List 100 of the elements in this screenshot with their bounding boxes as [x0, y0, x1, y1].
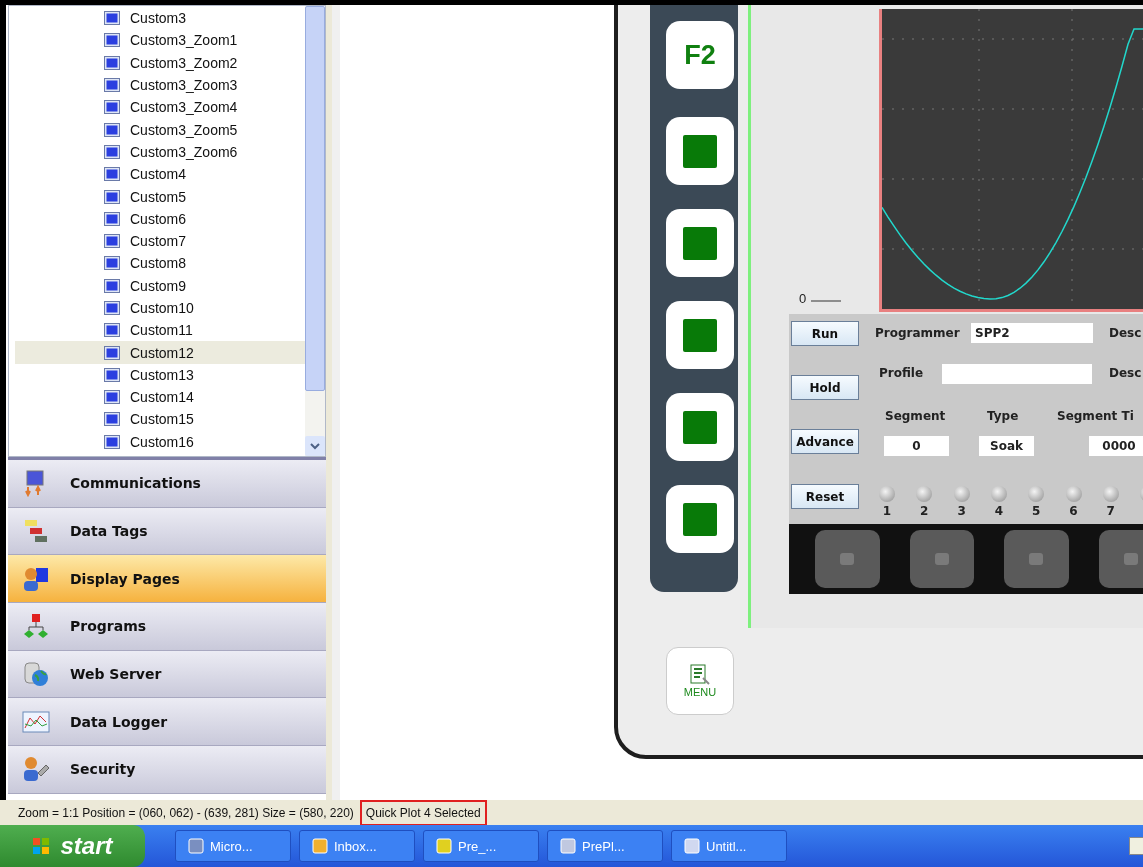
- soft-key[interactable]: [815, 530, 880, 588]
- program-button[interactable]: Reset: [791, 484, 859, 509]
- lamp-number: 7: [1105, 504, 1116, 518]
- lamp-number: 1: [881, 504, 893, 518]
- page-icon: [104, 189, 120, 204]
- page-icon: [104, 11, 120, 26]
- function-key[interactable]: [666, 393, 734, 461]
- lamp-number: 5: [1031, 504, 1042, 518]
- function-key[interactable]: [666, 209, 734, 277]
- axis-tick: [811, 300, 841, 302]
- status-text: Zoom = 1:1 Position = (060, 062) - (639, 281) Size = (580, 220): [18, 805, 354, 820]
- column-header: Type: [987, 409, 1019, 423]
- indicator-lamp: [879, 486, 895, 502]
- page-icon: [104, 100, 120, 115]
- soft-key-icon: [934, 553, 949, 565]
- soft-key[interactable]: [1004, 530, 1069, 588]
- page-icon: [104, 301, 120, 315]
- program-button[interactable]: Run: [791, 321, 859, 346]
- field-label: Profile: [879, 366, 924, 380]
- tree-item[interactable]: Custom3: [15, 7, 305, 30]
- nav-button[interactable]: Communications: [8, 460, 326, 508]
- soft-key-icon: [1123, 553, 1138, 565]
- user-key-icon: [22, 755, 50, 784]
- function-key[interactable]: [666, 485, 734, 553]
- page-icon: [104, 55, 120, 70]
- menu-document-icon: [689, 664, 711, 686]
- scroll-down-icon[interactable]: [305, 436, 325, 456]
- field-label: Desc: [1109, 326, 1142, 340]
- tree-item[interactable]: Custom12: [15, 341, 305, 364]
- page-icon: [104, 144, 120, 159]
- tree-item[interactable]: Custom3_Zoom1: [15, 29, 305, 52]
- taskbar-button[interactable]: Micro...: [175, 830, 291, 862]
- tree-item[interactable]: Custom9: [15, 274, 305, 297]
- page-icon: [104, 345, 120, 360]
- start-button[interactable]: start: [0, 825, 145, 867]
- profile-field[interactable]: [942, 364, 1092, 384]
- tree-item[interactable]: Custom3_Zoom3: [15, 73, 305, 97]
- indicator-lamp: [990, 486, 1007, 502]
- lamp-number: 4: [993, 504, 1005, 518]
- taskbar-button[interactable]: Untitl...: [671, 830, 787, 862]
- taskbar-button[interactable]: PrePl...: [547, 830, 663, 862]
- tree-item[interactable]: Custom11: [15, 319, 305, 342]
- segment-field: Soak: [979, 436, 1034, 456]
- page-icon: [104, 211, 120, 226]
- tree-item[interactable]: Custom16: [15, 430, 305, 453]
- function-key[interactable]: [666, 117, 734, 185]
- field-label: Programmer: [875, 326, 960, 340]
- globe-server-icon: [22, 660, 50, 689]
- page-icon: [104, 122, 120, 137]
- lamp-number: 6: [1068, 504, 1079, 518]
- page-icon: [104, 367, 120, 382]
- nav-button[interactable]: Data Logger: [8, 698, 326, 747]
- menu-button[interactable]: MENU: [666, 647, 734, 715]
- segment-field: 0: [884, 436, 949, 456]
- soft-key-icon: [840, 553, 855, 565]
- page-icon: [104, 234, 120, 249]
- tree-item[interactable]: Custom5: [15, 185, 305, 208]
- tree-item[interactable]: Custom8: [15, 252, 305, 275]
- tree-item[interactable]: Custom4: [15, 163, 305, 186]
- nav-button[interactable]: Web Server: [8, 650, 326, 699]
- tree-item[interactable]: Custom6: [15, 207, 305, 230]
- help-tray-icon[interactable]: [1129, 837, 1143, 855]
- page-icon: [104, 278, 120, 293]
- tree-item[interactable]: Custom3_Zoom2: [15, 51, 305, 74]
- axis-label: 0: [799, 291, 807, 306]
- taskbar-button[interactable]: Inbox...: [299, 830, 415, 862]
- function-key[interactable]: [666, 301, 734, 369]
- page-icon: [104, 33, 120, 48]
- indicator-lamp: [1065, 486, 1082, 502]
- nav-button[interactable]: Display Pages: [8, 555, 326, 604]
- page-icon: [104, 167, 120, 182]
- tree-item[interactable]: Custom7: [15, 229, 305, 253]
- program-button[interactable]: Hold: [791, 375, 859, 400]
- function-key[interactable]: F2: [666, 21, 734, 89]
- program-button[interactable]: Advance: [791, 429, 859, 454]
- tree-item[interactable]: Custom3_Zoom6: [15, 140, 305, 164]
- column-header: Segment: [885, 409, 946, 423]
- tree-item[interactable]: Custom3_Zoom5: [15, 118, 305, 141]
- indicator-lamp: [1102, 486, 1119, 502]
- tree-item[interactable]: Custom15: [15, 408, 305, 431]
- column-header: Segment Ti: [1057, 409, 1134, 423]
- nav-button[interactable]: Data Tags: [8, 507, 326, 556]
- taskbar-button[interactable]: Pre_...: [423, 830, 539, 862]
- lamp-number: 3: [956, 504, 967, 518]
- app-icon: [312, 838, 328, 854]
- tree-item[interactable]: Custom14: [15, 386, 305, 409]
- tree-item[interactable]: Custom13: [15, 363, 305, 387]
- nav-button[interactable]: Programs: [8, 603, 326, 651]
- tree-item[interactable]: Custom10: [15, 296, 305, 320]
- app-icon: [436, 838, 452, 854]
- app-icon: [684, 838, 700, 854]
- soft-key[interactable]: [909, 530, 974, 588]
- programmer-field[interactable]: SPP2: [971, 323, 1093, 343]
- tree-item[interactable]: Custom3_Zoom4: [15, 96, 305, 119]
- page-icon: [104, 78, 120, 93]
- nav-button[interactable]: Security: [8, 746, 326, 794]
- app-icon: [560, 838, 576, 854]
- lamp-number: 2: [919, 504, 930, 518]
- indicator-lamp: [916, 486, 933, 502]
- page-icon: [104, 390, 120, 405]
